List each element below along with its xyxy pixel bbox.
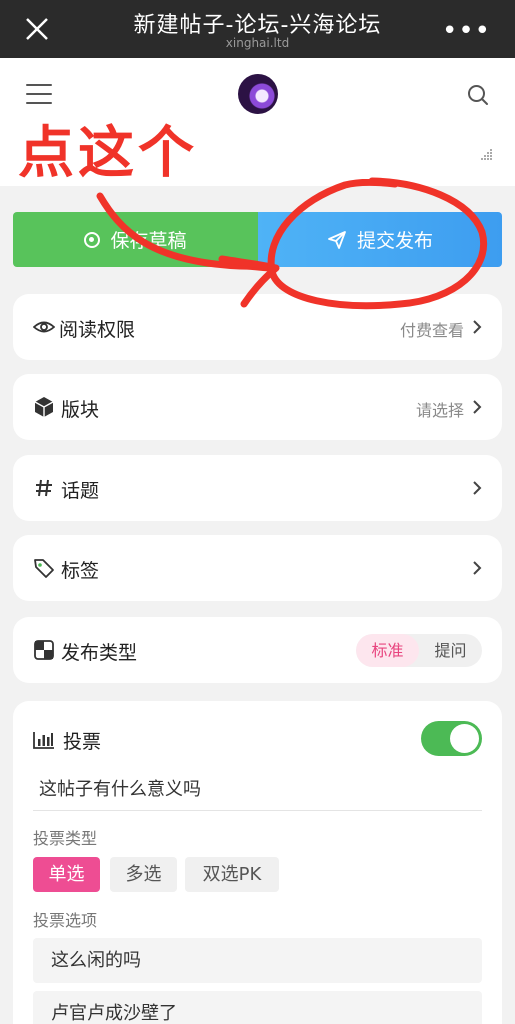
resize-handle-icon[interactable]: [481, 148, 493, 160]
read-permission-row[interactable]: 阅读权限 付费查看: [13, 294, 502, 360]
board-row[interactable]: 版块 请选择: [13, 374, 502, 440]
read-permission-label: 阅读权限: [59, 319, 136, 341]
browser-top-bar: 新建帖子-论坛-兴海论坛 xinghai.ltd •••: [0, 0, 515, 58]
bar-chart-icon: [33, 732, 54, 749]
save-draft-button[interactable]: 保存草稿: [13, 212, 258, 267]
save-draft-label: 保存草稿: [110, 230, 187, 252]
vote-type-multiple[interactable]: 多选: [110, 857, 177, 892]
hamburger-icon[interactable]: [26, 84, 52, 106]
send-icon: [328, 230, 346, 249]
vote-label: 投票: [63, 731, 102, 753]
search-icon[interactable]: [467, 84, 489, 106]
publish-type-icon: [34, 640, 54, 660]
page-url: xinghai.ltd: [225, 36, 290, 50]
board-value: 请选择: [415, 401, 464, 420]
topic-label: 话题: [61, 480, 100, 502]
record-icon: [84, 231, 101, 248]
tags-label: 标签: [61, 560, 100, 582]
vote-option-input[interactable]: 这么闲的吗: [33, 938, 482, 983]
publish-type-toggle: 标准 提问: [356, 634, 482, 667]
vote-type-single[interactable]: 单选: [33, 857, 100, 892]
publish-type-question[interactable]: 提问: [419, 634, 482, 667]
eye-icon: [33, 321, 55, 333]
publish-type-label: 发布类型: [61, 642, 138, 664]
vote-type-pk[interactable]: 双选PK: [185, 857, 279, 892]
board-label: 版块: [61, 399, 100, 421]
submit-publish-label: 提交发布: [356, 230, 433, 252]
site-logo[interactable]: [238, 74, 278, 114]
annotation-text: 点这个: [18, 121, 198, 186]
more-menu-button[interactable]: •••: [442, 16, 491, 46]
tags-row[interactable]: 标签: [13, 535, 502, 601]
chevron-right-icon: [473, 400, 482, 414]
vote-panel: 投票 这帖子有什么意义吗 投票类型 单选 多选 双选PK 投票选项 这么闲的吗 …: [13, 701, 502, 1024]
publish-type-standard[interactable]: 标准: [356, 634, 419, 667]
vote-question-input[interactable]: 这帖子有什么意义吗: [33, 773, 482, 811]
publish-type-row: 发布类型 标准 提问: [13, 617, 502, 683]
vote-toggle[interactable]: [421, 721, 482, 756]
tag-icon: [34, 559, 54, 578]
vote-option-input[interactable]: 卢官卢成沙壁了: [33, 991, 482, 1024]
topic-row[interactable]: 话题: [13, 455, 502, 521]
cube-icon: [34, 397, 54, 417]
chevron-right-icon: [473, 320, 482, 334]
vote-type-label: 投票类型: [33, 829, 98, 848]
hash-icon: [36, 479, 52, 497]
chevron-right-icon: [473, 561, 482, 575]
read-permission-value: 付费查看: [399, 321, 464, 340]
vote-options-label: 投票选项: [33, 911, 98, 930]
submit-publish-button[interactable]: 提交发布: [258, 212, 502, 267]
chevron-right-icon: [473, 481, 482, 495]
page-title: 新建帖子-论坛-兴海论坛: [133, 13, 382, 38]
